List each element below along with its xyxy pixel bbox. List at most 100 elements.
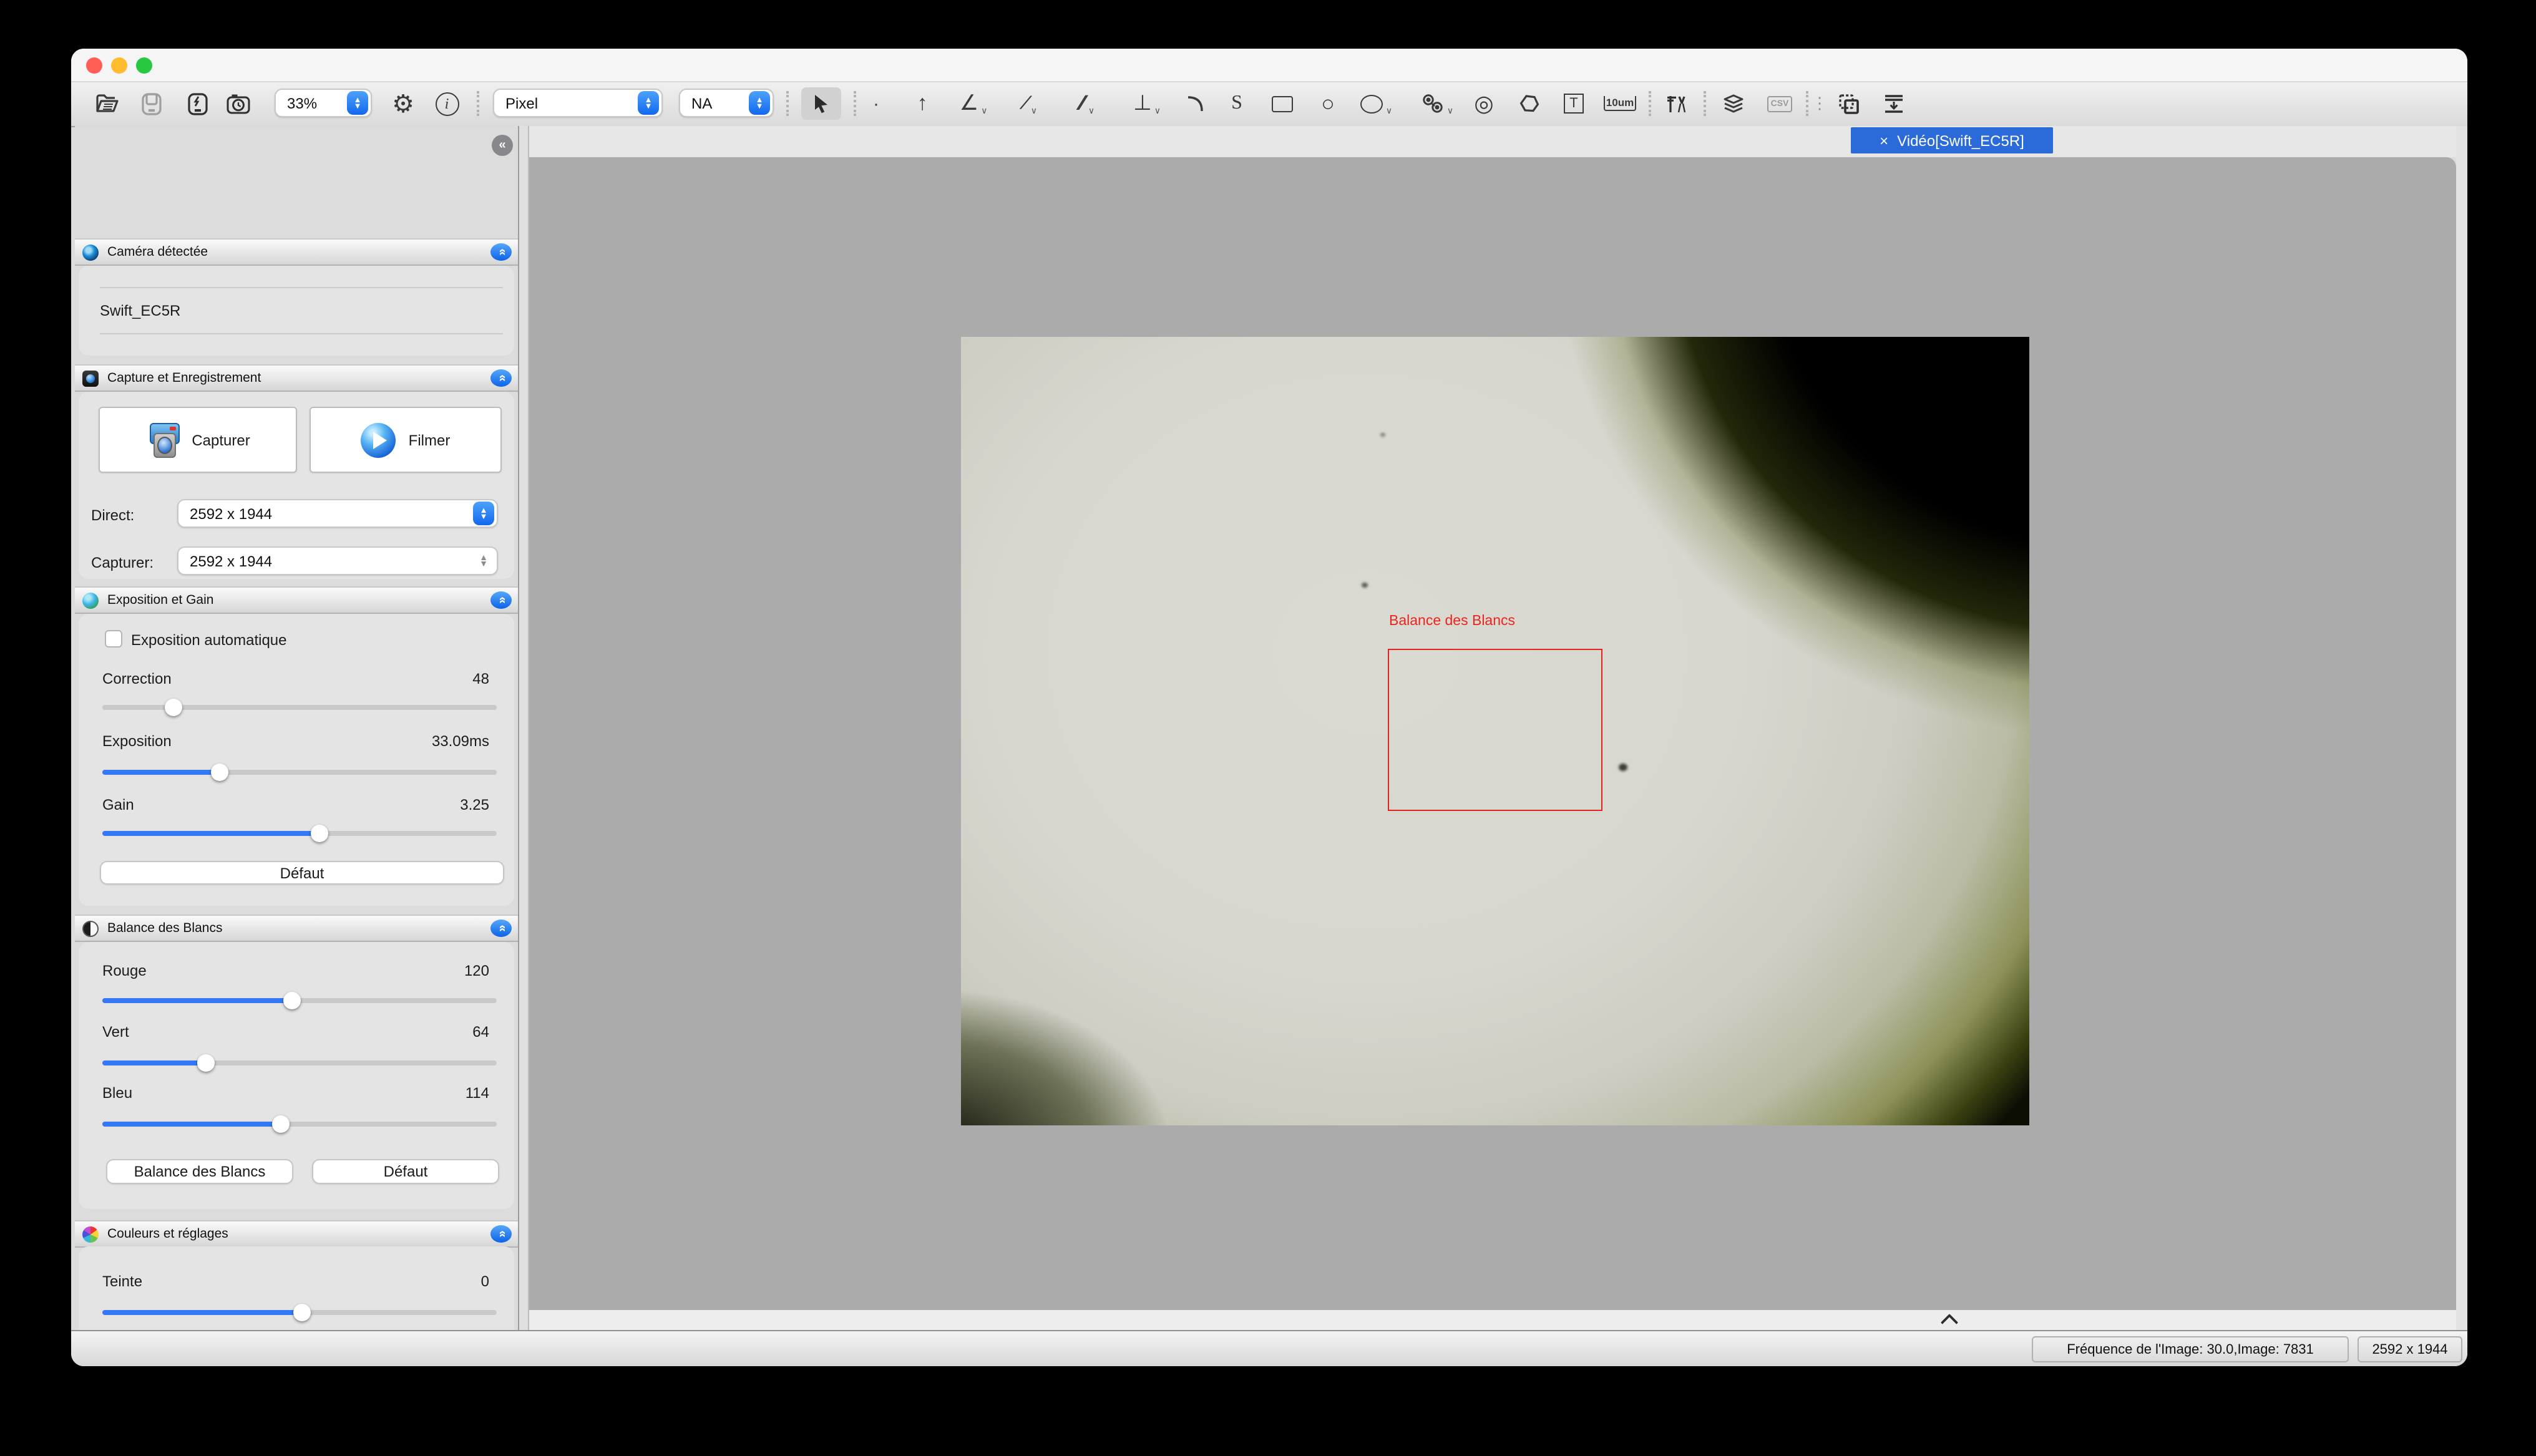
collapse-section-button[interactable]: « — [490, 243, 512, 261]
capture-resolution-select[interactable]: 2592 x 1944 ▲▼ — [177, 546, 498, 575]
resolution-status: 2592 x 1944 — [2358, 1336, 2462, 1362]
blue-slider[interactable] — [102, 1115, 497, 1133]
text-tool[interactable]: T — [1559, 87, 1589, 120]
line-tool[interactable]: ∕∨ — [1013, 87, 1048, 120]
na-value: NA — [680, 94, 749, 112]
capture-photo-icon — [145, 422, 180, 457]
dust-speck — [1619, 764, 1627, 771]
slider-value: 0 — [481, 1273, 489, 1290]
canvas-right-margin — [2456, 126, 2467, 1330]
copy-button[interactable] — [1831, 87, 1866, 120]
slider-value: 48 — [472, 670, 489, 687]
curve-tool[interactable]: S — [1222, 87, 1252, 120]
close-tab-icon[interactable]: × — [1880, 132, 1888, 149]
app-window: 33% ▲▼ ⚙ i Pixel ▲▼ NA ▲▼ · ↑ ∠∨ — [71, 49, 2467, 1366]
capture-resolution-label: Capturer: — [91, 554, 154, 571]
correction-slider[interactable] — [102, 699, 497, 716]
section-header-colors[interactable]: Couleurs et réglages « — [75, 1220, 518, 1248]
video-tab[interactable]: × Vidéo[Swift_EC5R] — [1851, 127, 2053, 153]
document-tab-bar: × Vidéo[Swift_EC5R] — [529, 126, 2456, 157]
camera-panel: Swift_EC5R — [79, 266, 514, 356]
white-balance-apply-button[interactable]: Balance des Blancs — [106, 1159, 293, 1184]
concentric-circles-tool[interactable]: ◎ — [1469, 87, 1499, 120]
toolbar-separator — [854, 91, 856, 116]
select-cursor-tool[interactable] — [801, 87, 841, 120]
slider-label: Gain — [102, 796, 134, 813]
circle-tool[interactable]: ○ — [1313, 87, 1343, 120]
ellipse-tool[interactable]: ∨ — [1358, 87, 1395, 120]
csv-export-button[interactable]: CSV — [1763, 87, 1796, 120]
capture-photo-button[interactable]: Capturer — [99, 407, 297, 473]
rectangle-tool[interactable] — [1267, 87, 1297, 120]
zoom-window-button[interactable] — [136, 57, 152, 74]
burst-save-button[interactable] — [181, 87, 213, 120]
section-header-white-balance[interactable]: Balance des Blancs « — [75, 915, 518, 942]
na-select[interactable]: NA ▲▼ — [679, 89, 774, 117]
save-button[interactable] — [135, 87, 167, 120]
slider-label: Bleu — [102, 1084, 132, 1102]
settings-gear-button[interactable]: ⚙ — [387, 87, 419, 120]
toolbar-separator — [786, 91, 789, 116]
na-stepper-icon: ▲▼ — [749, 91, 770, 115]
capture-resolution-value: 2592 x 1944 — [178, 552, 473, 570]
close-window-button[interactable] — [86, 57, 102, 74]
slider-label: Correction — [102, 670, 172, 687]
bottom-panel-strip — [529, 1310, 2456, 1330]
red-slider[interactable] — [102, 992, 497, 1009]
collapse-section-button[interactable]: « — [490, 369, 512, 387]
white-balance-default-button[interactable]: Défaut — [312, 1159, 499, 1184]
slider-label: Rouge — [102, 962, 147, 979]
info-button[interactable]: i — [431, 87, 463, 120]
exposure-slider[interactable] — [102, 764, 497, 781]
arrow-tool[interactable]: ↑ — [909, 87, 936, 120]
zoom-level-select[interactable]: 33% ▲▼ — [275, 89, 372, 117]
exposure-icon — [82, 592, 99, 608]
collapse-section-button[interactable]: « — [490, 591, 512, 609]
point-tool[interactable]: · — [865, 87, 887, 120]
camera-name[interactable]: Swift_EC5R — [100, 302, 180, 319]
merge-flatten-button[interactable] — [1876, 87, 1911, 120]
section-header-capture[interactable]: Capture et Enregistrement « — [75, 364, 518, 392]
green-slider[interactable] — [102, 1054, 497, 1072]
frame-rate-status: Fréquence de l'Image: 30.0,Image: 7831 — [2032, 1336, 2349, 1362]
record-video-label: Filmer — [409, 431, 451, 449]
exposure-default-button[interactable]: Défaut — [100, 861, 504, 885]
auto-exposure-checkbox[interactable] — [105, 630, 122, 648]
section-header-camera[interactable]: Caméra détectée « — [75, 238, 518, 266]
unit-select[interactable]: Pixel ▲▼ — [493, 89, 663, 117]
screen: 33% ▲▼ ⚙ i Pixel ▲▼ NA ▲▼ · ↑ ∠∨ — [0, 0, 2536, 1456]
record-video-button[interactable]: Filmer — [310, 407, 502, 473]
section-title: Balance des Blancs — [107, 921, 222, 936]
gain-slider[interactable] — [102, 825, 497, 842]
layers-button[interactable] — [1716, 87, 1751, 120]
collapse-section-button[interactable]: « — [490, 1225, 512, 1243]
drag-handle-icon: ⋮ — [1812, 87, 1827, 120]
section-title: Exposition et Gain — [107, 593, 213, 608]
button-label: Défaut — [280, 864, 324, 881]
arc-tool[interactable] — [1179, 87, 1209, 120]
white-balance-roi-rect[interactable] — [1388, 649, 1602, 811]
direct-resolution-select[interactable]: 2592 x 1944 ▲▼ — [177, 499, 498, 528]
collapse-section-button[interactable]: « — [490, 920, 512, 937]
scalebar-tool[interactable]: 10um — [1602, 87, 1637, 120]
video-tab-label: Vidéo[Swift_EC5R] — [1897, 132, 2024, 149]
status-bar: Fréquence de l'Image: 30.0,Image: 7831 2… — [71, 1330, 2467, 1366]
perpendicular-tool[interactable]: ⊥∨ — [1127, 87, 1167, 120]
caliper-measure-tool[interactable] — [1660, 87, 1692, 120]
hue-slider[interactable] — [102, 1304, 497, 1321]
toolbar-separator — [1649, 91, 1651, 116]
parallel-lines-tool[interactable]: ∕∕∨ — [1068, 87, 1108, 120]
sidebar-splitter[interactable] — [518, 126, 529, 1330]
timed-capture-button[interactable] — [222, 87, 255, 120]
video-canvas[interactable]: Balance des Blancs — [529, 157, 2456, 1310]
angle-tool[interactable]: ∠∨ — [955, 87, 992, 120]
section-header-exposure[interactable]: Exposition et Gain « — [75, 586, 518, 614]
expand-panel-chevron-icon[interactable] — [1941, 1314, 1958, 1331]
sidebar-collapse-button[interactable]: « — [492, 135, 513, 156]
white-balance-panel: Rouge 120 Vert 64 Bleu 114 Balance des B… — [79, 942, 514, 1209]
color-wheel-icon — [82, 1226, 99, 1242]
polygon-tool[interactable] — [1514, 87, 1544, 120]
linked-circles-tool[interactable]: ∨ — [1417, 87, 1459, 120]
minimize-window-button[interactable] — [111, 57, 127, 74]
open-file-button[interactable] — [91, 87, 124, 120]
